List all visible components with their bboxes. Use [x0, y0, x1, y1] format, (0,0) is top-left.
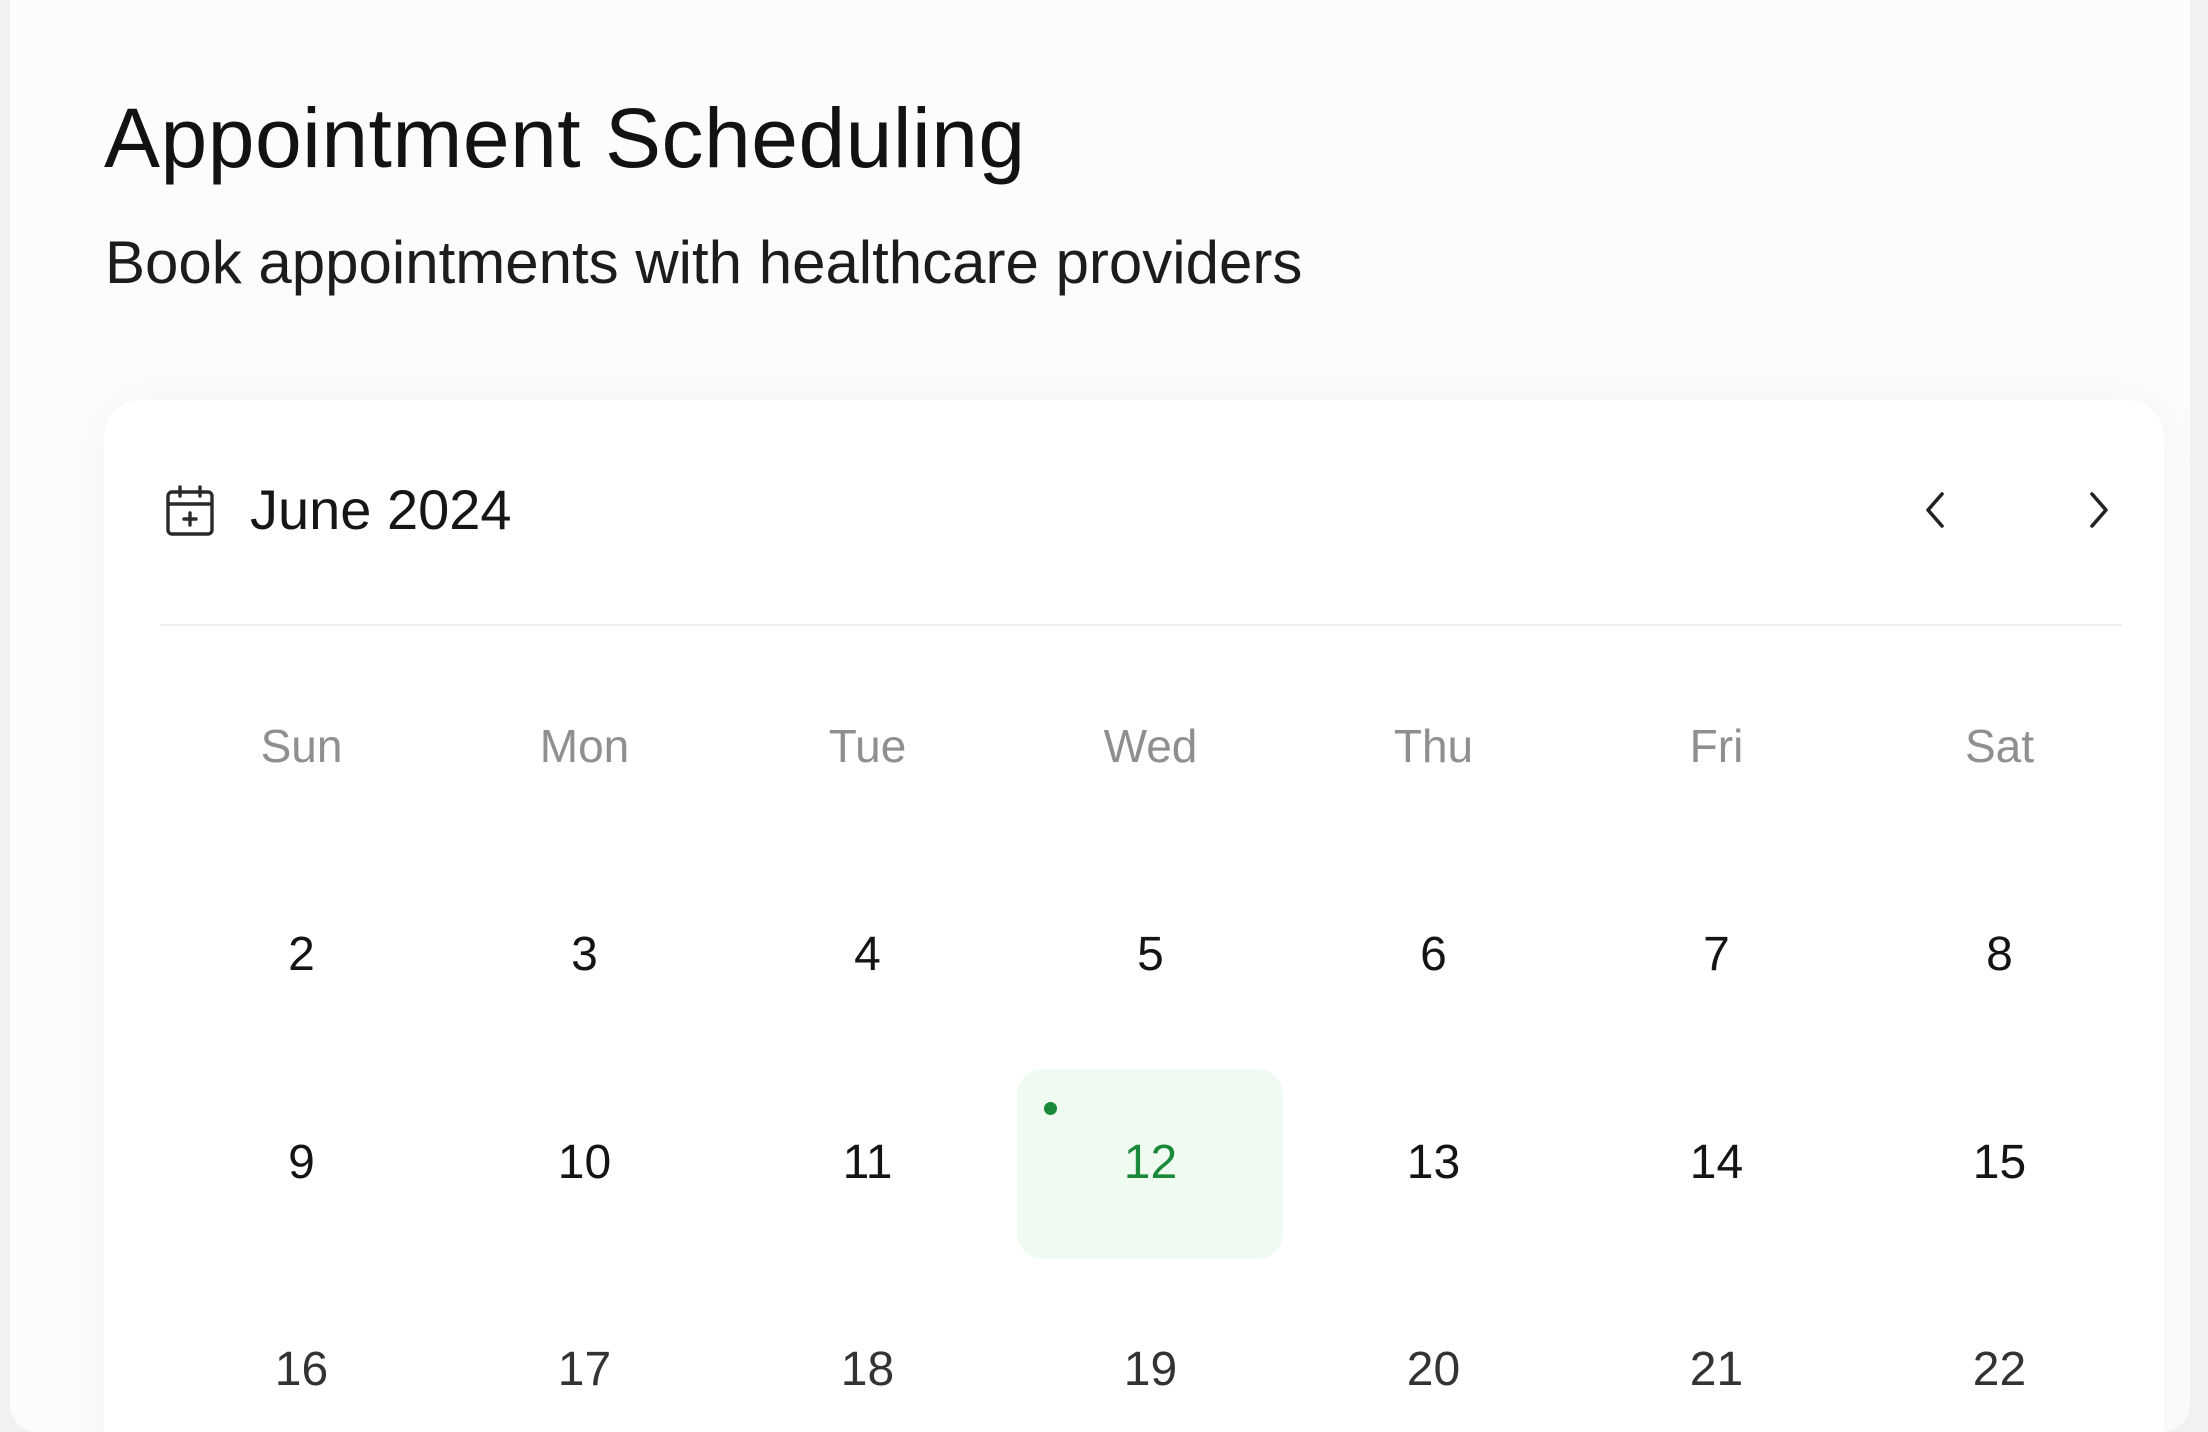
day-cell[interactable]: 9 [160, 1135, 443, 1191]
page-title: Appointment Scheduling [104, 91, 1026, 185]
day-cell[interactable]: 6 [1292, 927, 1575, 983]
day-cell-selected[interactable]: 12 [1009, 1135, 1292, 1191]
weekday-label: Mon [539, 720, 630, 772]
page-subtitle: Book appointments with healthcare provid… [105, 229, 1303, 296]
day-cell[interactable]: 10 [443, 1135, 726, 1191]
weekday-label: Thu [1393, 720, 1474, 772]
day-cell[interactable]: 14 [1575, 1135, 1858, 1191]
day-cell[interactable]: 19 [1009, 1342, 1292, 1398]
day-cell[interactable]: 15 [1858, 1135, 2141, 1191]
day-cell[interactable]: 4 [726, 927, 1009, 983]
day-cell[interactable]: 3 [443, 927, 726, 983]
day-cell[interactable]: 17 [443, 1342, 726, 1398]
calendar-card: June 2024 Sun Mon Tue Wed Thu Fri Sat 2 3 4 5 6 7 8 9 1… [104, 400, 2164, 1432]
weekday-label: Sun [260, 720, 343, 772]
calendar-plus-icon [166, 485, 214, 536]
day-cell[interactable]: 13 [1292, 1135, 1575, 1191]
day-cell[interactable]: 5 [1009, 927, 1292, 983]
day-cell[interactable]: 8 [1858, 927, 2141, 983]
day-cell[interactable]: 22 [1858, 1342, 2141, 1398]
weekday-label: Sat [1964, 720, 2035, 772]
day-cell[interactable]: 16 [160, 1342, 443, 1398]
weekday-label: Tue [828, 720, 907, 772]
page: Appointment Scheduling Book appointments… [10, 0, 2190, 1432]
day-cell[interactable]: 2 [160, 927, 443, 983]
header-divider [160, 624, 2122, 626]
previous-month-button[interactable] [1904, 478, 1968, 542]
month-label: June 2024 [250, 478, 512, 541]
day-cell[interactable]: 20 [1292, 1342, 1575, 1398]
day-cell[interactable]: 7 [1575, 927, 1858, 983]
weekday-label: Wed [1103, 720, 1198, 772]
chevron-left-icon [1926, 492, 1944, 528]
next-month-button[interactable] [2066, 478, 2130, 542]
appointment-indicator-dot [1044, 1102, 1057, 1115]
weekday-label: Fri [1689, 720, 1744, 772]
day-cell[interactable]: 11 [726, 1135, 1009, 1191]
day-cell[interactable]: 18 [726, 1342, 1009, 1398]
calendar-header: June 2024 [104, 400, 2164, 626]
day-cell[interactable]: 21 [1575, 1342, 1858, 1398]
chevron-right-icon [2090, 492, 2108, 528]
